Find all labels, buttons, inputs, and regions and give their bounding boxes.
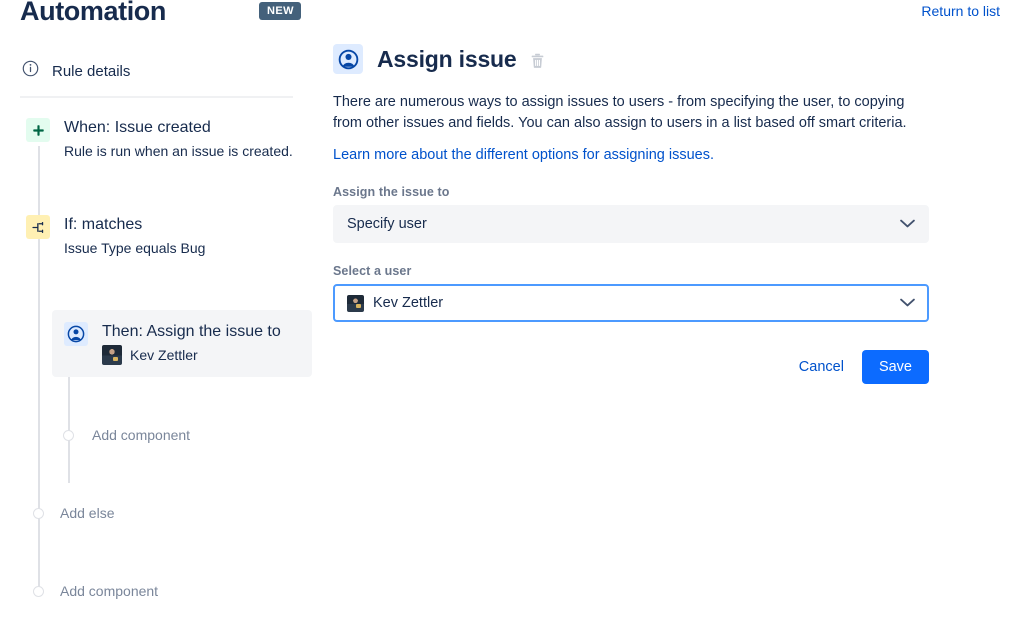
detail-header: Assign issue xyxy=(333,44,993,74)
select-user-label: Select a user xyxy=(333,264,993,278)
add-node-dot-icon xyxy=(63,430,74,441)
branch-icon xyxy=(26,215,50,239)
chevron-down-icon xyxy=(900,294,915,312)
add-component-label: Add component xyxy=(92,427,190,443)
select-user-value: Kev Zettler xyxy=(373,295,443,311)
add-component-button[interactable]: Add component xyxy=(33,583,158,599)
panel-divider xyxy=(20,96,293,98)
avatar xyxy=(347,295,364,312)
assign-target-select[interactable]: Specify user xyxy=(333,205,929,243)
rule-chain-panel: Rule details When: Issue created Rule is… xyxy=(0,48,320,644)
rule-step-title: When: Issue created xyxy=(64,119,211,136)
rule-step-title: Then: Assign the issue to xyxy=(102,323,281,340)
connector-line-main xyxy=(38,146,40,592)
select-user-select[interactable]: Kev Zettler xyxy=(333,284,929,322)
rule-step-assignee: Kev Zettler xyxy=(102,345,281,365)
component-description: There are numerous ways to assign issues… xyxy=(333,92,917,134)
page-heading: Assign issue xyxy=(377,46,517,73)
rule-step-subtitle: Kev Zettler xyxy=(130,345,198,365)
assign-target-label: Assign the issue to xyxy=(333,185,993,199)
save-button[interactable]: Save xyxy=(862,350,929,384)
info-circle-icon xyxy=(22,60,39,82)
component-detail-panel: Assign issue There are numerous ways to … xyxy=(333,44,993,384)
select-user-value-wrap: Kev Zettler xyxy=(347,295,900,312)
rule-step-subtitle: Rule is run when an issue is created. xyxy=(64,141,293,161)
return-to-list-link[interactable]: Return to list xyxy=(921,3,1000,19)
add-else-button[interactable]: Add else xyxy=(33,505,114,521)
learn-more-link[interactable]: Learn more about the different options f… xyxy=(333,147,714,163)
automation-rule-editor: Automation NEW Return to list Rule detai… xyxy=(0,0,1020,644)
new-badge: NEW xyxy=(259,2,301,20)
add-node-dot-icon xyxy=(33,586,44,597)
chevron-down-icon xyxy=(900,215,915,233)
avatar xyxy=(102,345,122,365)
rule-step-if[interactable]: If: matches Issue Type equals Bug xyxy=(26,215,205,258)
add-component-button-branch[interactable]: Add component xyxy=(63,427,190,443)
user-circle-icon xyxy=(333,44,363,74)
trash-icon[interactable] xyxy=(530,53,545,69)
user-circle-icon xyxy=(64,322,88,346)
add-else-label: Add else xyxy=(60,505,114,521)
plus-icon xyxy=(26,118,50,142)
rule-step-subtitle: Issue Type equals Bug xyxy=(64,238,205,258)
rule-details-item[interactable]: Rule details xyxy=(22,60,130,82)
cancel-button[interactable]: Cancel xyxy=(787,351,856,383)
rule-details-label: Rule details xyxy=(52,63,130,80)
add-component-label: Add component xyxy=(60,583,158,599)
page-title: Automation xyxy=(20,0,166,27)
rule-step-title: If: matches xyxy=(64,216,142,233)
rule-step-then[interactable]: Then: Assign the issue to Kev Zettler xyxy=(52,310,312,377)
add-node-dot-icon xyxy=(33,508,44,519)
rule-step-when[interactable]: When: Issue created Rule is run when an … xyxy=(26,118,293,161)
assign-target-value: Specify user xyxy=(347,216,900,232)
form-actions: Cancel Save xyxy=(333,350,929,384)
